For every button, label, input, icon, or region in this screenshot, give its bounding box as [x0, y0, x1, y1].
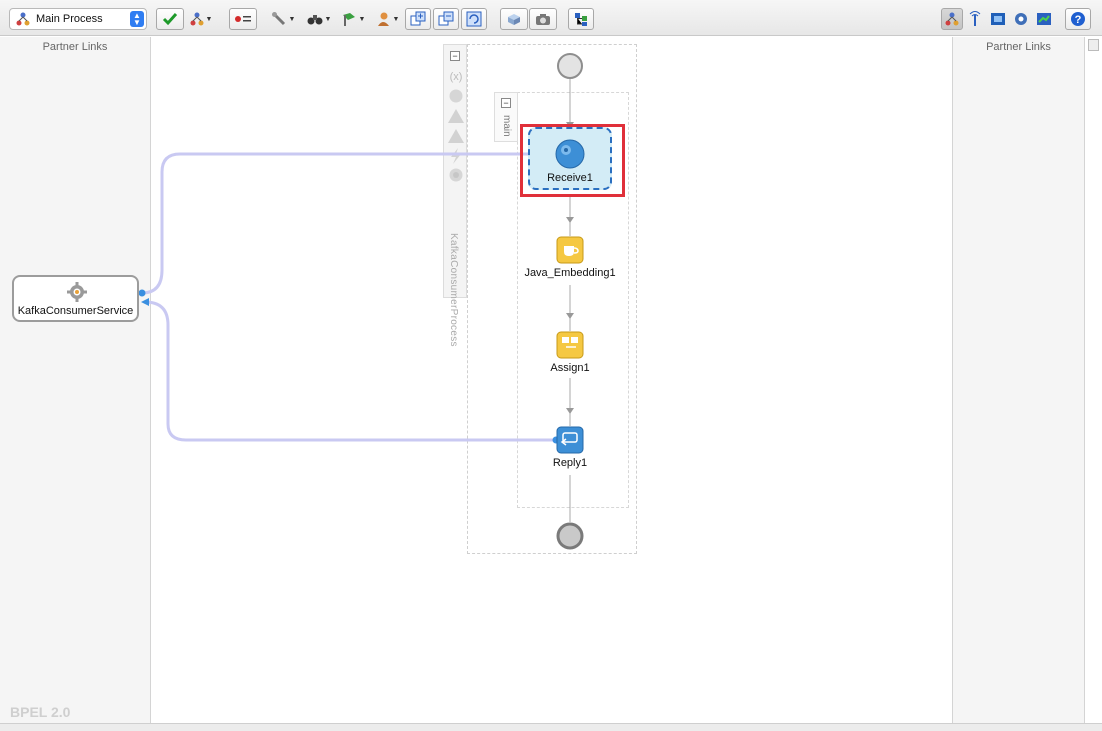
- reply-icon[interactable]: [556, 426, 584, 454]
- start-event-icon[interactable]: [556, 52, 584, 80]
- end-event-icon[interactable]: [556, 522, 584, 550]
- partner-link-name: KafkaConsumerService: [17, 305, 134, 317]
- partner-link-service[interactable]: KafkaConsumerService: [12, 275, 139, 322]
- receive-label: Receive1: [547, 172, 593, 184]
- reply-label: Reply1: [552, 457, 588, 469]
- bpel-version-label: BPEL 2.0: [10, 704, 71, 720]
- assign-label: Assign1: [550, 362, 590, 374]
- receive-icon: [555, 139, 585, 169]
- horizontal-scrollbar[interactable]: [0, 723, 1102, 731]
- java-embedding-icon[interactable]: [556, 236, 584, 264]
- service-gear-icon: [67, 282, 87, 302]
- java-embedding-label: Java_Embedding1: [524, 267, 616, 279]
- assign-icon[interactable]: [556, 331, 584, 359]
